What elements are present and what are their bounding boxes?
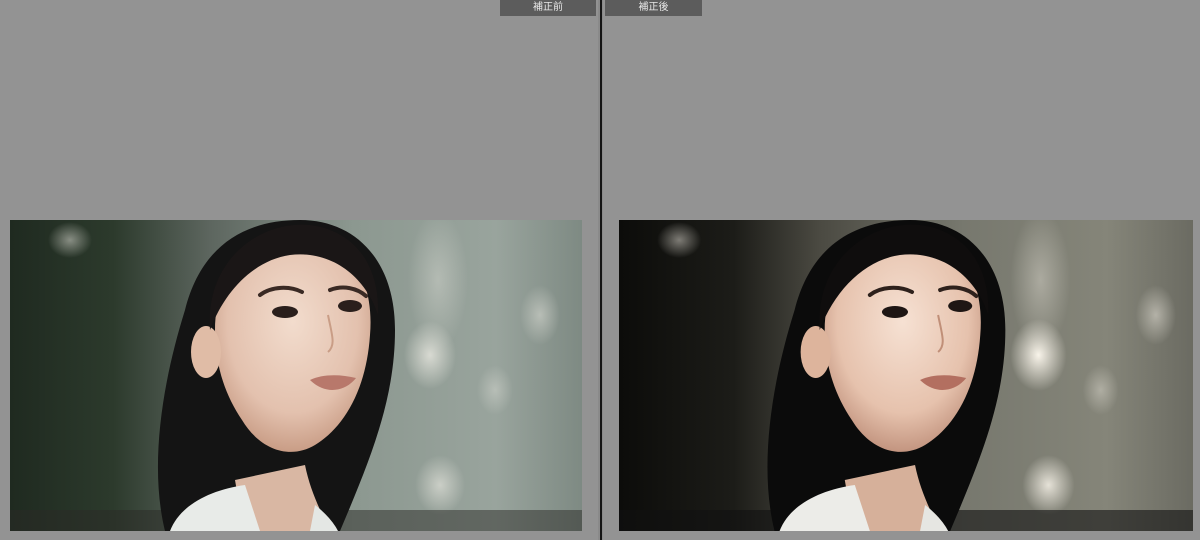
before-photo[interactable]	[10, 220, 582, 531]
before-pane[interactable]: 補正前	[0, 0, 598, 540]
before-photo-image	[10, 220, 582, 531]
after-label: 補正後	[605, 0, 702, 16]
before-label: 補正前	[500, 0, 596, 16]
before-after-viewer: 補正前 補正後	[0, 0, 1200, 540]
after-pane[interactable]: 補正後	[603, 0, 1200, 540]
after-photo[interactable]	[619, 220, 1193, 531]
after-photo-image	[619, 220, 1193, 531]
